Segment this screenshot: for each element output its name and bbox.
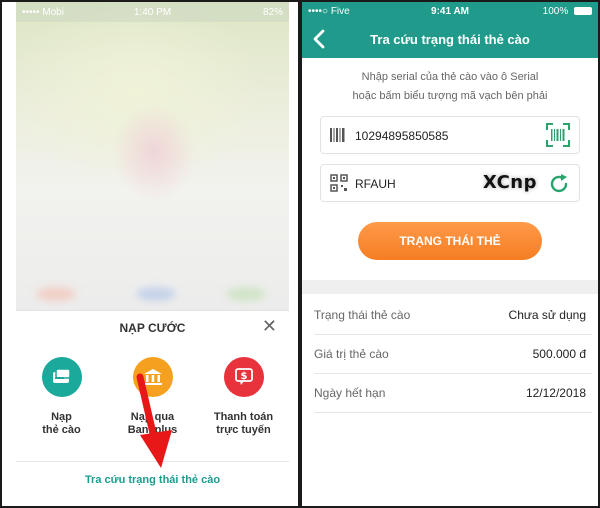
serial-input[interactable]: 10294895850585 bbox=[355, 129, 448, 143]
result-value: 500.000 đ bbox=[532, 347, 586, 361]
battery-label: 100% bbox=[542, 5, 569, 17]
result-label: Ngày hết hạn bbox=[314, 386, 386, 400]
captcha-field[interactable]: RFAUH XCnp bbox=[320, 164, 580, 202]
serial-field[interactable]: 10294895850585 bbox=[320, 116, 580, 154]
result-value: 12/12/2018 bbox=[525, 386, 586, 400]
result-value: Chưa sử dụng bbox=[508, 308, 586, 322]
battery-icon bbox=[574, 6, 593, 15]
refresh-icon[interactable] bbox=[547, 172, 571, 201]
red-arrow-icon bbox=[136, 373, 172, 468]
section-divider bbox=[302, 280, 598, 294]
result-row-status: Trạng thái thẻ cào Chưa sử dụng bbox=[314, 296, 592, 335]
barcode-icon bbox=[330, 126, 346, 149]
status-time: 9:41 AM bbox=[431, 5, 469, 17]
left-phone-screen: ••••• Mobi 1:40 PM 82% NẠP CƯỚC ✕ Nạp th… bbox=[16, 2, 289, 506]
result-label: Giá trị thẻ cào bbox=[314, 347, 389, 361]
scan-barcode-icon[interactable] bbox=[545, 122, 571, 153]
result-row-value: Giá trị thẻ cào 500.000 đ bbox=[314, 335, 592, 374]
result-row-expiry: Ngày hết hạn 12/12/2018 bbox=[314, 374, 592, 413]
result-label: Trạng thái thẻ cào bbox=[314, 308, 411, 322]
captcha-input[interactable]: RFAUH bbox=[355, 177, 396, 191]
qr-code-icon bbox=[330, 174, 348, 197]
carrier-label: ••••○ Five bbox=[308, 5, 350, 17]
right-phone-screen: ••••○ Five 9:41 AM 100% Tra cứu trạng th… bbox=[302, 2, 598, 506]
captcha-image: XCnp bbox=[482, 172, 537, 193]
page-title: Tra cứu trạng thái thẻ cào bbox=[370, 32, 530, 47]
nav-bar: Tra cứu trạng thái thẻ cào bbox=[302, 20, 598, 58]
status-bar: ••••○ Five 9:41 AM 100% bbox=[302, 2, 598, 20]
check-status-button[interactable]: TRẠNG THÁI THẺ bbox=[358, 222, 542, 260]
instruction-text: Nhập serial của thẻ cào vào ô Serial hoặ… bbox=[352, 71, 548, 102]
